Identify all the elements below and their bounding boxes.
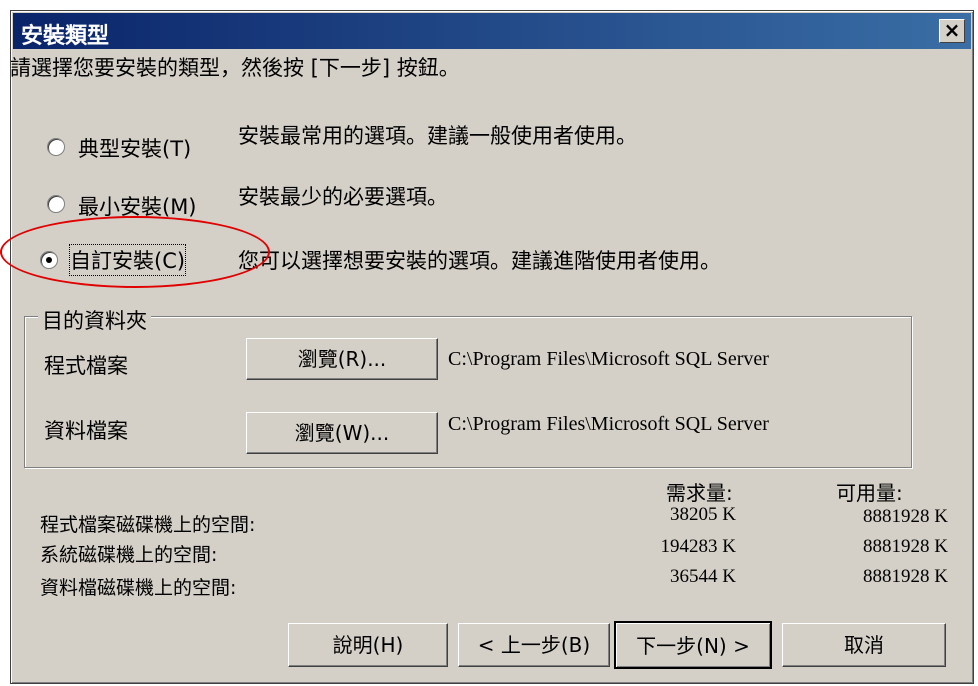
- back-button[interactable]: < 上一步(B): [458, 623, 610, 667]
- destination-folder-group: [24, 316, 912, 468]
- space-row-label: 系統磁碟機上的空間:: [40, 544, 218, 566]
- available-header: 可用量:: [836, 481, 903, 505]
- option-label-minimal[interactable]: 最小安裝(M): [78, 191, 197, 221]
- space-row-label: 程式檔案磁碟機上的空間:: [40, 514, 256, 536]
- space-available-value: 8881928 K: [863, 566, 948, 587]
- radio-minimal-install[interactable]: [47, 195, 65, 213]
- close-button[interactable]: ×: [939, 19, 965, 43]
- program-files-path: C:\Program Files\Microsoft SQL Server: [448, 348, 769, 370]
- destination-folder-legend: 目的資料夾: [38, 305, 151, 335]
- window-title: 安裝類型: [21, 24, 110, 49]
- help-button[interactable]: 說明(H): [288, 623, 448, 667]
- option-description-typical: 安裝最常用的選項。建議一般使用者使用。: [238, 124, 637, 148]
- space-available-value: 8881928 K: [863, 536, 948, 557]
- data-files-path: C:\Program Files\Microsoft SQL Server: [448, 413, 769, 435]
- radio-typical-install[interactable]: [47, 138, 65, 156]
- option-label-custom[interactable]: 自訂安裝(C): [68, 244, 187, 276]
- space-row-label: 資料檔磁碟機上的空間:: [40, 577, 237, 599]
- space-required-value: 36544 K: [670, 566, 736, 587]
- next-button[interactable]: 下一步(N) >: [614, 621, 772, 669]
- program-files-label: 程式檔案: [44, 354, 128, 378]
- required-header: 需求量:: [666, 481, 733, 505]
- option-description-minimal: 安裝最少的必要選項。: [238, 185, 448, 209]
- title-bar: 安裝類型 ×: [13, 13, 971, 49]
- space-available-value: 8881928 K: [863, 506, 948, 527]
- browse-data-files-button[interactable]: 瀏覽(W)...: [246, 412, 438, 454]
- instruction-text: 請選擇您要安裝的類型，然後按 [下一步] 按鈕。: [10, 56, 460, 80]
- data-files-label: 資料檔案: [44, 419, 128, 443]
- browse-program-files-button[interactable]: 瀏覽(R)...: [246, 338, 438, 380]
- radio-custom-install[interactable]: [40, 251, 58, 269]
- option-label-typical[interactable]: 典型安裝(T): [78, 133, 191, 163]
- space-required-value: 194283 K: [660, 536, 736, 557]
- space-required-value: 38205 K: [670, 504, 736, 525]
- cancel-button[interactable]: 取消: [782, 623, 946, 667]
- option-description-custom: 您可以選擇想要安裝的選項。建議進階使用者使用。: [238, 249, 721, 273]
